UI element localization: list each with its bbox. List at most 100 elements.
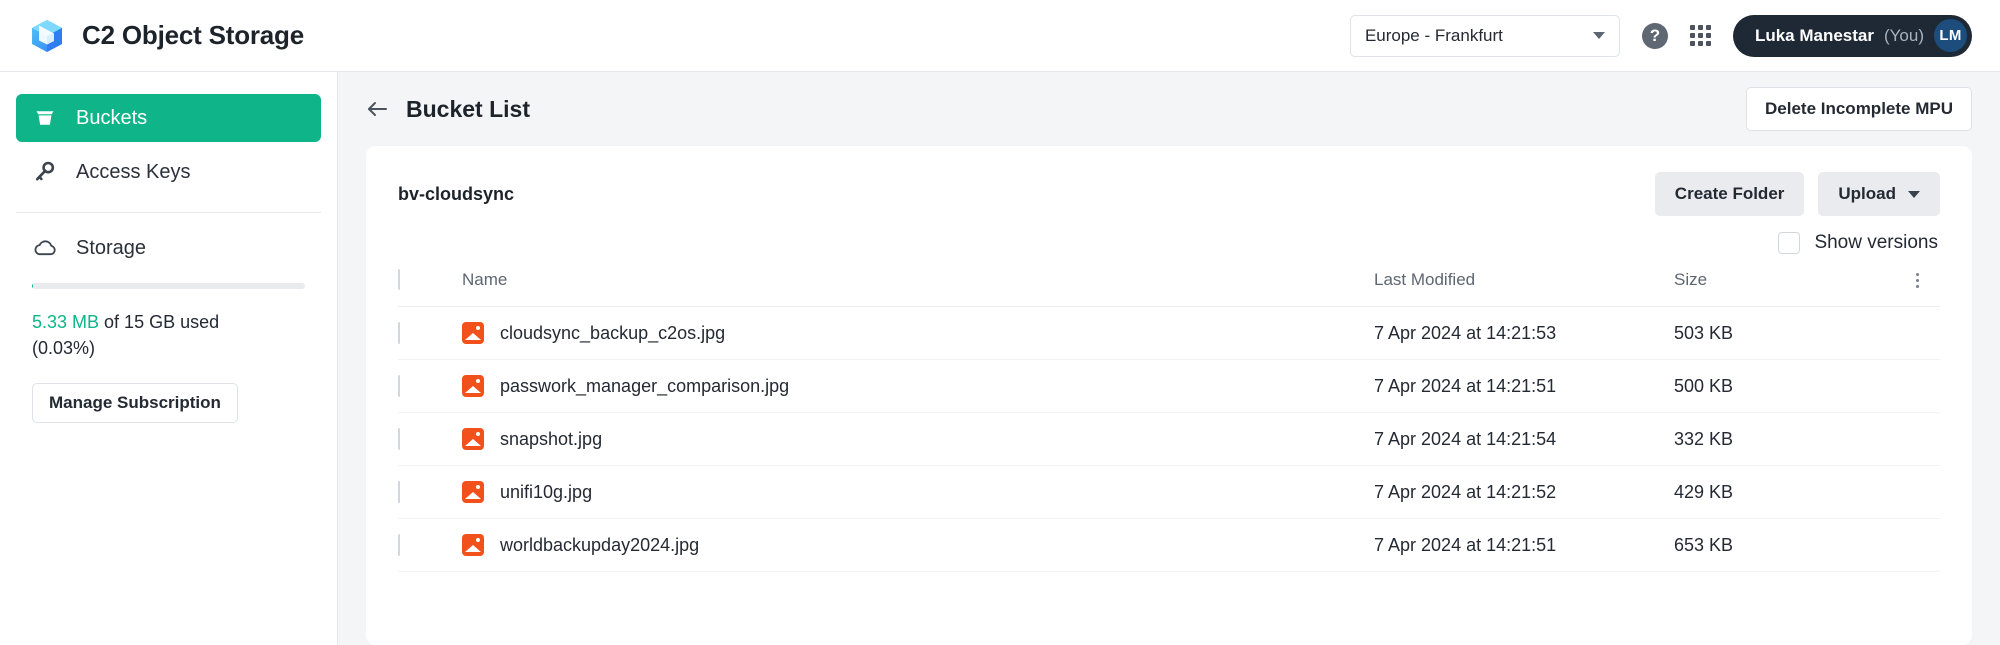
upload-button[interactable]: Upload [1818,172,1940,216]
row-size: 332 KB [1674,412,1894,466]
apps-grid-icon[interactable] [1689,25,1711,46]
storage-used-value: 5.33 MB [32,312,100,332]
table-header-row: Name Last Modified Size [398,269,1940,307]
region-selector[interactable]: Europe - Frankfurt [1349,14,1620,57]
row-size: 429 KB [1674,465,1894,519]
row-last-modified: 7 Apr 2024 at 14:21:51 [1374,518,1674,572]
cube-logo-icon [28,17,66,55]
image-file-icon [462,428,484,450]
row-checkbox[interactable] [398,321,400,344]
sidebar-item-label: Buckets [76,106,148,129]
row-menu-cell [1894,306,1940,360]
table-row[interactable]: snapshot.jpg 7 Apr 2024 at 14:21:54 332 KB [398,412,1940,466]
page-header: Bucket List Delete Incomplete MPU [366,72,1972,146]
manage-subscription-button[interactable]: Manage Subscription [32,383,238,424]
row-select-cell [398,359,462,413]
bucket-icon [32,105,58,131]
row-select-cell [398,306,462,360]
row-size: 503 KB [1674,306,1894,360]
object-name[interactable]: unifi10g.jpg [500,482,592,503]
sidebar-item-access-keys[interactable]: Access Keys [16,148,321,196]
key-icon [32,159,58,185]
user-name: Luka Manestar [1754,25,1874,45]
app-title: C2 Object Storage [82,20,304,50]
row-select-cell [398,465,462,519]
kebab-menu-icon[interactable] [1894,272,1940,288]
back-arrow-icon[interactable] [366,98,388,120]
storage-usage-text: 5.33 MB of 15 GB used (0.03%) [32,309,305,361]
chevron-down-icon [1592,32,1605,39]
storage-percent-text: (0.03%) [32,338,96,359]
table-row[interactable]: cloudsync_backup_c2os.jpg 7 Apr 2024 at 1… [398,306,1940,360]
show-versions-label: Show versions [1814,232,1938,253]
row-checkbox[interactable] [398,480,400,503]
object-name[interactable]: worldbackupday2024.jpg [500,535,699,556]
storage-header: Storage [32,235,305,261]
top-bar: C2 Object Storage Europe - Frankfurt ? L… [0,0,2000,72]
show-versions-checkbox[interactable] [1778,232,1801,254]
image-file-icon [462,375,484,397]
row-name-cell: cloudsync_backup_c2os.jpg [462,306,1374,360]
bucket-card: bv-cloudsync Create Folder Upload Show v… [366,146,1972,645]
row-name-cell: unifi10g.jpg [462,465,1374,519]
create-folder-button[interactable]: Create Folder [1654,172,1805,216]
help-icon[interactable]: ? [1641,22,1668,49]
storage-progress-fill [32,283,33,289]
row-menu-cell [1894,412,1940,466]
bucket-card-header: bv-cloudsync Create Folder Upload [398,172,1940,216]
object-name[interactable]: cloudsync_backup_c2os.jpg [500,323,725,344]
top-bar-right: Europe - Frankfurt ? Luka Manestar (You)… [1349,14,1972,57]
row-select-cell [398,412,462,466]
row-checkbox[interactable] [398,374,400,397]
show-versions-row: Show versions [398,216,1940,270]
row-name-cell: snapshot.jpg [462,412,1374,466]
create-folder-label: Create Folder [1674,184,1785,203]
storage-total-text: of 15 GB used [99,312,220,332]
storage-label: Storage [76,236,147,259]
sidebar-item-label: Access Keys [76,160,191,183]
image-file-icon [462,322,484,344]
column-header-last-modified[interactable]: Last Modified [1374,270,1674,307]
table-row[interactable]: worldbackupday2024.jpg 7 Apr 2024 at 14:2… [398,518,1940,572]
row-name-cell: passwork_manager_comparison.jpg [462,359,1374,413]
avatar: LM [1934,19,1967,52]
select-all-checkbox[interactable] [398,269,400,290]
object-name[interactable]: passwork_manager_comparison.jpg [500,376,789,397]
image-file-icon [462,481,484,503]
row-checkbox[interactable] [398,533,400,556]
bucket-name: bv-cloudsync [398,183,515,204]
row-menu-cell [1894,465,1940,519]
sidebar-item-buckets[interactable]: Buckets [16,94,321,142]
row-menu-cell [1894,359,1940,413]
table-row[interactable]: unifi10g.jpg 7 Apr 2024 at 14:21:52 429 KB [398,465,1940,519]
object-table: Name Last Modified Size cloudsync_backup… [398,269,1940,572]
brand[interactable]: C2 Object Storage [28,17,304,55]
select-all-cell [398,269,462,307]
row-select-cell [398,518,462,572]
object-name[interactable]: snapshot.jpg [500,429,602,450]
row-menu-cell [1894,518,1940,572]
row-checkbox[interactable] [398,427,400,450]
upload-label: Upload [1838,184,1896,203]
user-menu[interactable]: Luka Manestar (You) LM [1732,14,1972,57]
region-selector-value: Europe - Frankfurt [1364,25,1503,45]
column-header-menu [1894,270,1940,307]
sidebar: Buckets Access Keys Storage 5.33 MB of 1… [0,72,338,645]
column-header-size[interactable]: Size [1674,270,1894,307]
bucket-actions: Create Folder Upload [1654,172,1940,216]
column-header-name[interactable]: Name [462,270,1374,307]
chevron-down-icon [1908,190,1920,198]
storage-section: Storage 5.33 MB of 15 GB used (0.03%) Ma… [16,213,321,424]
row-name-cell: worldbackupday2024.jpg [462,518,1374,572]
row-last-modified: 7 Apr 2024 at 14:21:53 [1374,306,1674,360]
row-size: 500 KB [1674,359,1894,413]
object-table-body: cloudsync_backup_c2os.jpg 7 Apr 2024 at 1… [398,306,1940,572]
delete-incomplete-mpu-button[interactable]: Delete Incomplete MPU [1746,87,1972,131]
cloud-icon [32,235,58,261]
app-shell: Buckets Access Keys Storage 5.33 MB of 1… [0,72,2000,645]
object-table-head: Name Last Modified Size [398,269,1940,307]
table-row[interactable]: passwork_manager_comparison.jpg 7 Apr 202… [398,359,1940,413]
storage-progress-bar [32,283,305,289]
main-content: Bucket List Delete Incomplete MPU bv-clo… [338,72,2000,645]
row-last-modified: 7 Apr 2024 at 14:21:51 [1374,359,1674,413]
